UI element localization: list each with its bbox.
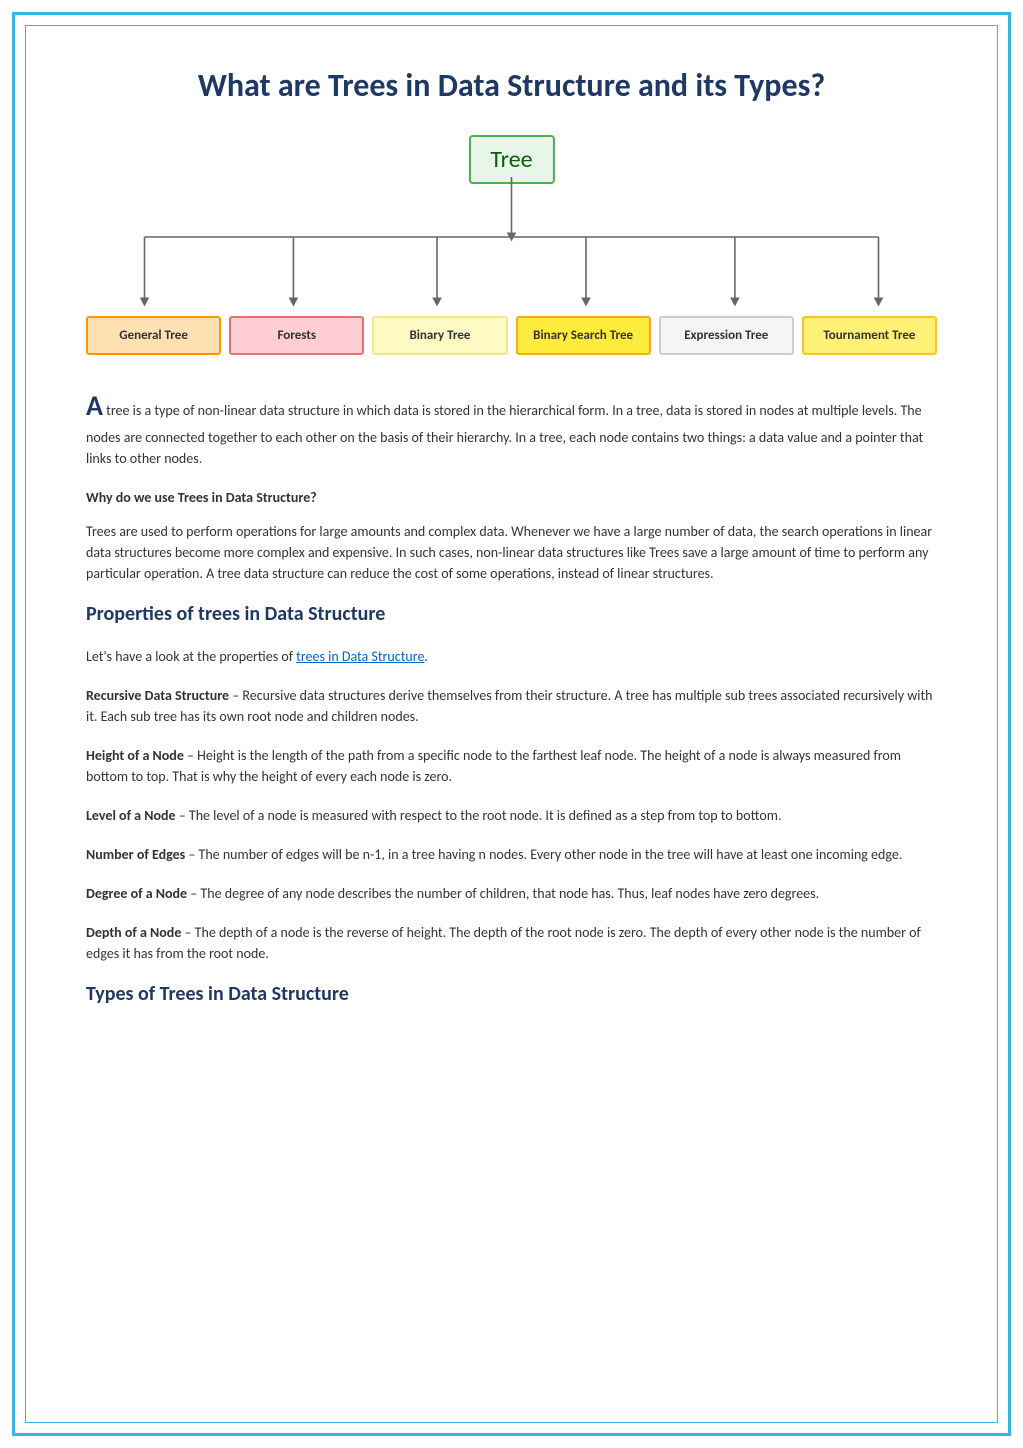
properties-heading: Properties of trees in Data Structure: [86, 602, 937, 626]
expression-tree-box: Expression Tree: [659, 316, 794, 355]
general-tree-box: General Tree: [86, 316, 221, 355]
properties-intro-prefix: Let's have a look at the properties of: [86, 648, 296, 665]
binary-tree-box: Binary Tree: [372, 316, 507, 355]
tree-diagram: Tree General Tree Forests Bi: [86, 135, 937, 355]
property-depth: Depth of a Node – The depth of a node is…: [86, 922, 937, 964]
binary-search-tree-box: Binary Search Tree: [516, 316, 651, 355]
property-label: Recursive Data Structure: [86, 687, 229, 704]
page-title: What are Trees in Data Structure and its…: [86, 66, 937, 105]
trees-data-structure-link[interactable]: trees in Data Structure: [296, 648, 424, 665]
property-text: – The level of a node is measured with r…: [176, 807, 782, 824]
why-text: Trees are used to perform operations for…: [86, 521, 937, 584]
property-label: Degree of a Node: [86, 885, 187, 902]
drop-cap: A: [86, 388, 103, 423]
tree-children-row: General Tree Forests Binary Tree Binary …: [86, 316, 937, 355]
property-label: Number of Edges: [86, 846, 185, 863]
types-heading: Types of Trees in Data Structure: [86, 982, 937, 1006]
property-label: Depth of a Node: [86, 924, 181, 941]
intro-paragraph: A tree is a type of non-linear data stru…: [86, 385, 937, 469]
tree-connector-lines: [86, 177, 937, 317]
forests-box: Forests: [229, 316, 364, 355]
page-inner-border: What are Trees in Data Structure and its…: [25, 25, 998, 1423]
property-text: – The degree of any node describes the n…: [187, 885, 819, 902]
properties-intro: Let's have a look at the properties of t…: [86, 646, 937, 667]
property-text: – The depth of a node is the reverse of …: [86, 924, 921, 962]
property-height: Height of a Node – Height is the length …: [86, 745, 937, 787]
property-edges: Number of Edges – The number of edges wi…: [86, 844, 937, 865]
property-recursive: Recursive Data Structure – Recursive dat…: [86, 685, 937, 727]
property-label: Level of a Node: [86, 807, 176, 824]
property-text: – The number of edges will be n-1, in a …: [185, 846, 902, 863]
intro-text: tree is a type of non-linear data struct…: [86, 402, 923, 467]
why-heading: Why do we use Trees in Data Structure?: [86, 489, 937, 506]
property-text: – Height is the length of the path from …: [86, 747, 901, 785]
page-outer-border: What are Trees in Data Structure and its…: [12, 12, 1011, 1436]
property-level: Level of a Node – The level of a node is…: [86, 805, 937, 826]
properties-intro-suffix: .: [424, 648, 428, 665]
tournament-tree-box: Tournament Tree: [802, 316, 937, 355]
property-label: Height of a Node: [86, 747, 184, 764]
property-degree: Degree of a Node – The degree of any nod…: [86, 883, 937, 904]
